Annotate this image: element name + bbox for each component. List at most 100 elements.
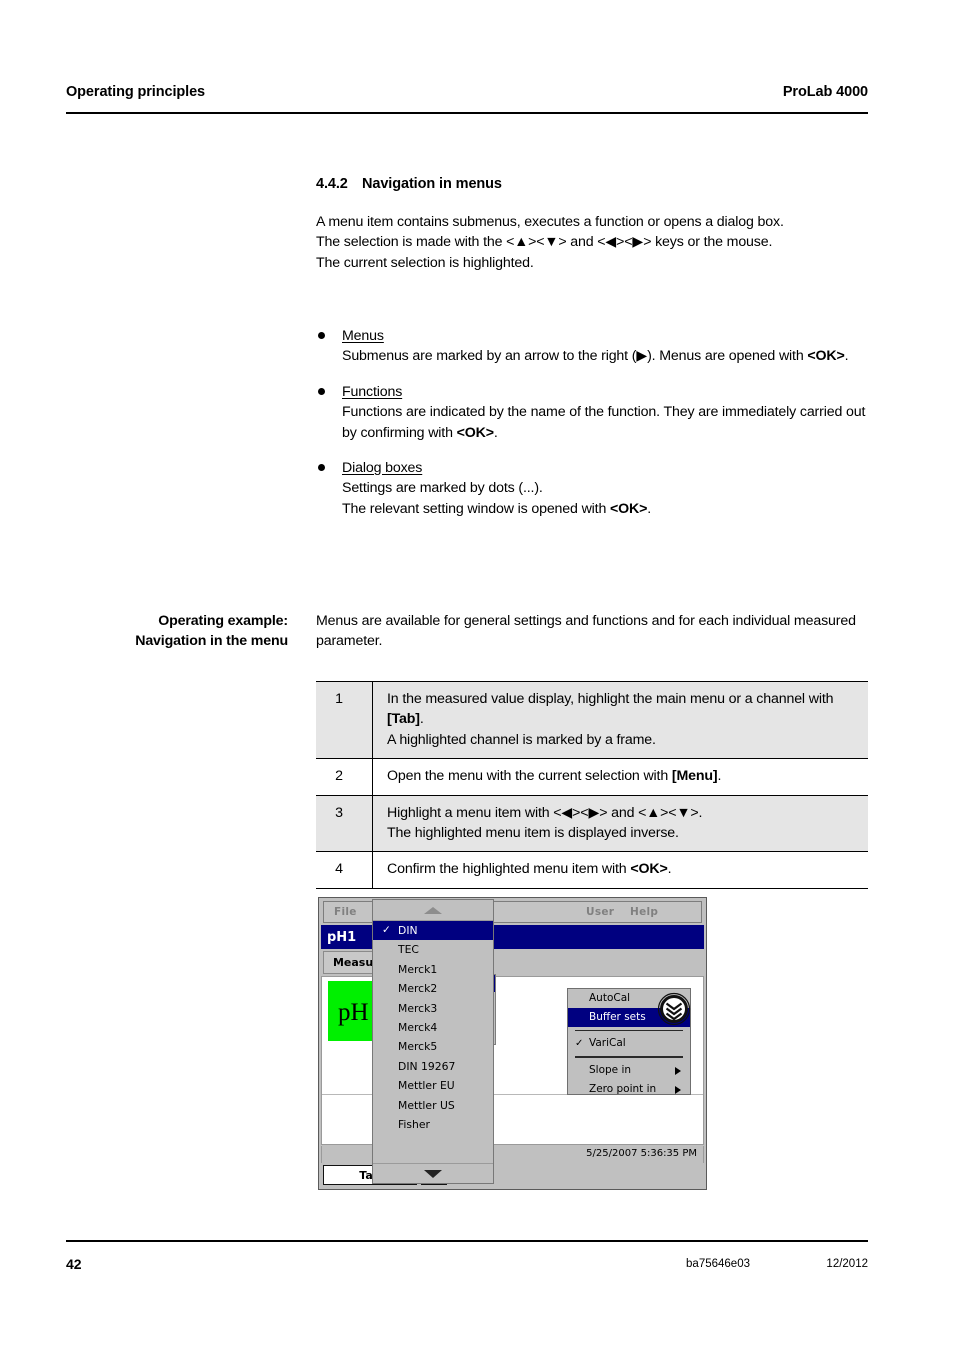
dropdown-label: Mettler EU — [398, 1079, 455, 1093]
step-line-2: The highlighted menu item is displayed i… — [387, 825, 679, 842]
dropdown-label: Merck1 — [398, 962, 438, 976]
checkmark-icon: ✓ — [382, 924, 391, 936]
dropdown-item-merck4[interactable]: Merck4 — [373, 1018, 493, 1037]
submenu-label: AutoCal — [589, 992, 631, 1004]
step-text: Highlight a menu item with <◀><▶> and <▲… — [372, 794, 868, 853]
submenu-separator — [575, 1030, 683, 1032]
step-line-1: Highlight a menu item with <◀><▶> and <▲… — [387, 804, 703, 821]
dropdown-item-merck5[interactable]: Merck5 — [373, 1037, 493, 1056]
page-footer: 42 ba75646e03 12/2012 — [66, 1256, 868, 1276]
margin-note-line-1: Operating example: — [158, 613, 288, 629]
dropdown-item-mettler-eu[interactable]: Mettler EU — [373, 1076, 493, 1095]
step-line-2: A highlighted channel is marked by a fra… — [387, 731, 656, 748]
bullet-body: Submenus are marked by an arrow to the r… — [342, 348, 849, 365]
table-row: 2 Open the menu with the current selecti… — [316, 758, 868, 796]
page-header: Operating principles ProLab 4000 — [66, 84, 868, 100]
status-timestamp: 5/25/2007 5:36:35 PM — [586, 1148, 697, 1159]
dropdown-item-merck2[interactable]: Merck2 — [373, 979, 493, 998]
table-row: 1 In the measured value display, highlig… — [316, 680, 868, 760]
section-title: Navigation in menus — [362, 176, 502, 192]
footer-divider — [66, 1240, 868, 1242]
chevron-right-icon — [675, 1066, 681, 1075]
dropdown-label: DIN 19267 — [398, 1059, 456, 1073]
step-text: In the measured value display, highlight… — [372, 680, 868, 760]
intro-line-1: A menu item contains submenus, executes … — [316, 214, 784, 230]
bullet-item-dialog-boxes: Dialog boxes Settings are marked by dots… — [316, 458, 868, 519]
dropdown-label: Merck5 — [398, 1040, 438, 1054]
menu-item-help[interactable]: Help — [630, 906, 658, 918]
menu-item-file[interactable]: File — [334, 906, 357, 918]
chevron-up-icon — [424, 907, 442, 914]
dropdown-item-fisher[interactable]: Fisher — [373, 1115, 493, 1134]
dropdown-item-mettler-us[interactable]: Mettler US — [373, 1096, 493, 1115]
document-page: Operating principles ProLab 4000 4.4.2 Na… — [0, 0, 954, 1351]
submenu-label: Slope in — [589, 1063, 632, 1076]
wtw-logo-icon — [657, 992, 691, 1026]
menu-item-user[interactable]: User — [586, 906, 614, 918]
dropdown-label: Merck2 — [398, 982, 438, 996]
submenu-item-varical[interactable]: ✓ VariCal — [568, 1034, 690, 1053]
header-left-title: Operating principles — [66, 84, 205, 100]
dropdown-item-merck3[interactable]: Merck3 — [373, 999, 493, 1018]
bullet-body-line-1: Settings are marked by dots (...). — [342, 480, 543, 497]
submenu-label: VariCal — [589, 1037, 626, 1050]
dropdown-item-merck1[interactable]: Merck1 — [373, 960, 493, 979]
chevron-right-icon — [675, 1085, 681, 1094]
submenu-item-zero-point-in[interactable]: Zero point in — [568, 1080, 690, 1099]
steps-table: 1 In the measured value display, highlig… — [316, 680, 868, 889]
dropdown-item-tec[interactable]: TEC — [373, 940, 493, 959]
section-heading: 4.4.2 Navigation in menus — [316, 176, 502, 192]
table-row: 3 Highlight a menu item with <◀><▶> and … — [316, 794, 868, 853]
margin-note-line-2: Navigation in the menu — [135, 633, 288, 650]
dropdown-label: TEC — [398, 943, 419, 957]
submenu-label: Buffer sets — [589, 1011, 646, 1023]
dropdown-item-din[interactable]: ✓ DIN — [373, 921, 493, 941]
dropdown-item-din-19267[interactable]: DIN 19267 — [373, 1057, 493, 1076]
bullet-body-line-2: The relevant setting window is opened wi… — [342, 500, 652, 517]
submenu-label: Zero point in — [589, 1082, 657, 1095]
chevron-down-icon — [424, 1170, 442, 1178]
bullet-dot-icon — [318, 464, 325, 472]
dropdown-label: DIN — [398, 924, 418, 937]
step-number: 3 — [316, 794, 373, 853]
device-screenshot-figure: File Memory User Help pH1 Measuring Cal … — [318, 897, 707, 1190]
section-number: 4.4.2 — [316, 176, 348, 192]
bullet-list: Menus Submenus are marked by an arrow to… — [316, 326, 868, 519]
step-text: Confirm the highlighted menu item with <… — [372, 851, 868, 889]
bullet-item-menus: Menus Submenus are marked by an arrow to… — [316, 326, 868, 367]
bullet-dot-icon — [318, 387, 325, 395]
bullet-dot-icon — [318, 332, 325, 339]
dropdown-label: Fisher — [398, 1117, 430, 1131]
step-number: 2 — [316, 758, 373, 796]
intro-line-2: The selection is made with the <▲><▼> an… — [316, 234, 773, 251]
document-id: ba75646e03 — [686, 1258, 750, 1270]
dropdown-label: Merck4 — [398, 1020, 438, 1034]
buffer-sets-dropdown: ✓ DIN TEC Merck1 Merck2 Merck3 Merck4 Me… — [372, 899, 494, 1184]
example-paragraph: Menus are available for general settings… — [316, 613, 856, 650]
display-parameter-label: pH — [338, 999, 369, 1026]
dropdown-label: Mettler US — [398, 1098, 455, 1112]
submenu-item-slope-in[interactable]: Slope in — [568, 1061, 690, 1080]
bullet-title: Dialog boxes — [342, 460, 423, 477]
intro-line-3: The current selection is highlighted. — [316, 254, 534, 271]
header-right-title: ProLab 4000 — [782, 84, 868, 100]
document-date: 12/2012 — [826, 1258, 868, 1270]
submenu-separator — [575, 1056, 683, 1058]
bullet-body: Functions are indicated by the name of t… — [342, 404, 866, 441]
dropdown-scroll-up[interactable] — [373, 900, 493, 921]
margin-note: Operating example: Navigation in the men… — [66, 611, 288, 652]
step-line-1: Open the menu with the current selection… — [387, 768, 722, 785]
step-line-1: Confirm the highlighted menu item with <… — [387, 861, 672, 878]
table-row: 4 Confirm the highlighted menu item with… — [316, 851, 868, 889]
step-number: 4 — [316, 851, 373, 889]
step-number: 1 — [316, 680, 373, 760]
dropdown-scroll-down[interactable] — [373, 1163, 493, 1183]
header-divider — [66, 112, 868, 114]
bullet-title: Functions — [342, 383, 403, 400]
bullet-title: Menus — [342, 328, 384, 344]
intro-paragraph: A menu item contains submenus, executes … — [316, 212, 868, 273]
step-line-1: In the measured value display, highlight… — [387, 691, 834, 728]
page-number: 42 — [66, 1256, 82, 1272]
checkmark-icon: ✓ — [575, 1038, 584, 1050]
step-text: Open the menu with the current selection… — [372, 758, 868, 796]
